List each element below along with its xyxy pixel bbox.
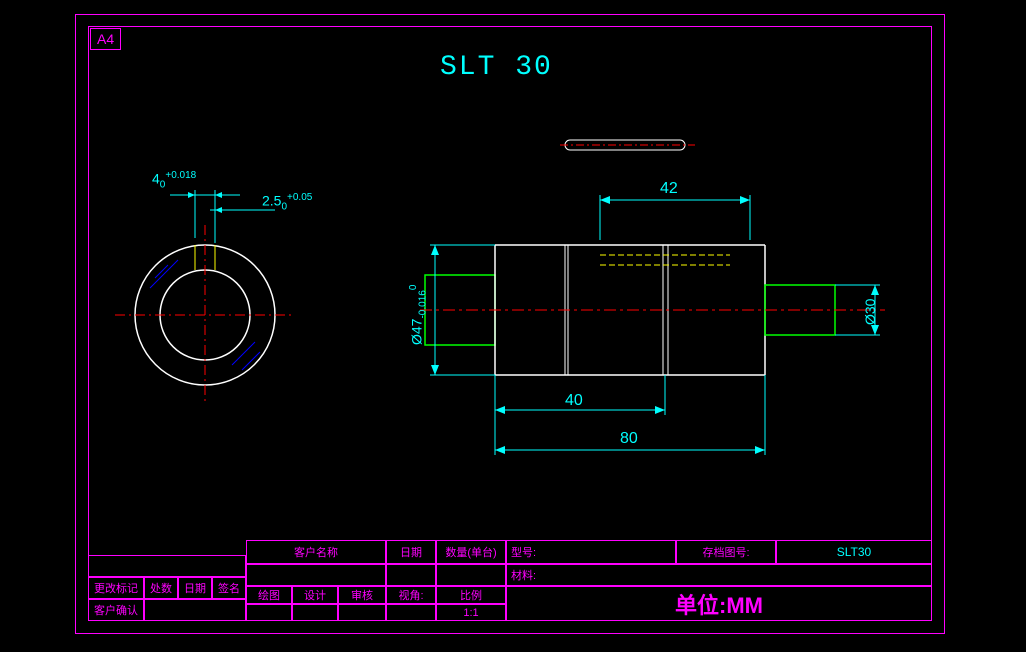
tb-sign: 签名	[212, 577, 246, 599]
tb-draw-label: 绘图	[246, 586, 292, 604]
dim-42-value: 42	[660, 180, 678, 198]
tb-review-label: 审核	[338, 586, 386, 604]
dim-2-5-value: 2.50+0.05	[262, 192, 312, 212]
tb-model-label: 型号:	[506, 540, 676, 564]
tb-review-blank	[338, 604, 386, 621]
dim-80-lines	[490, 375, 780, 470]
tb-qty-label: 数量(单台)	[436, 540, 506, 564]
dia-47-value: Ø47-0.0160	[408, 285, 428, 345]
slot-shape	[560, 135, 700, 155]
page-size-label: A4	[90, 28, 121, 50]
tb-design-label: 设计	[292, 586, 338, 604]
tb-location: 处数	[144, 577, 178, 599]
tb-date-label: 日期	[386, 540, 436, 564]
tb-draw-blank	[246, 604, 292, 621]
tb-unit-value: MM	[726, 593, 763, 618]
dim-4-value: 40+0.018	[152, 170, 196, 190]
drawing-title: SLT 30	[440, 52, 553, 83]
tb-row2-blank3	[436, 564, 506, 586]
tb-unit-cell: 单位:MM	[506, 586, 932, 621]
tb-scale-value: 1:1	[436, 604, 506, 621]
tb-angle-blank	[386, 604, 436, 621]
tb-cc-blank	[144, 599, 246, 621]
tb-angle-label: 视角:	[386, 586, 436, 604]
tb-archive-value: SLT30	[776, 540, 932, 564]
tb-date2: 日期	[178, 577, 212, 599]
tb-scale-label: 比例	[436, 586, 506, 604]
tb-customer-label: 客户名称	[246, 540, 386, 564]
tb-blank-upper	[88, 555, 246, 577]
tb-row2-blank1	[246, 564, 386, 586]
tb-row2-blank2	[386, 564, 436, 586]
tb-archive-label: 存档图号:	[676, 540, 776, 564]
tb-customer-confirm: 客户确认	[88, 599, 144, 621]
dim-42-lines	[590, 180, 780, 250]
tb-material-label: 材料:	[506, 564, 932, 586]
dia-30-value: Ø30	[862, 299, 878, 325]
tb-change-mark: 更改标记	[88, 577, 144, 599]
tb-unit-label: 单位:	[675, 593, 726, 618]
tb-design-blank	[292, 604, 338, 621]
dim-80-value: 80	[620, 430, 638, 448]
